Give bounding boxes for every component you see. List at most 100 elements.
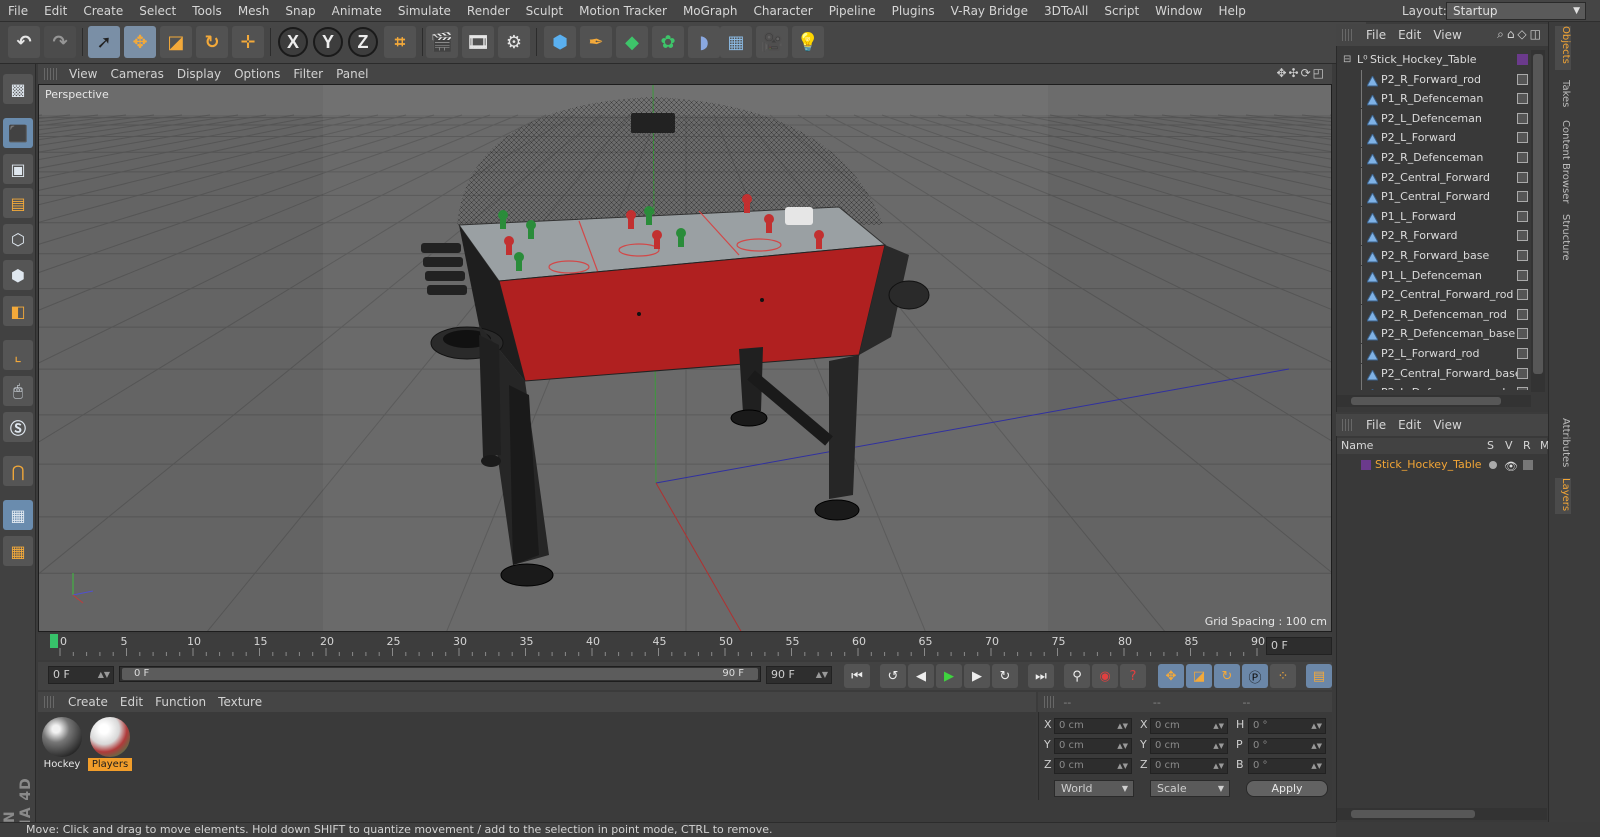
tag-icon[interactable] (1517, 73, 1528, 85)
size-field[interactable]: 0 cm ▲▼ (1150, 738, 1228, 754)
tab-objects[interactable]: Objects (1555, 26, 1571, 70)
x-axis-lock-button[interactable]: X (278, 27, 308, 57)
material-menu-create[interactable]: Create (64, 695, 116, 709)
menu-script[interactable]: Script (1096, 0, 1147, 22)
add-cube-button[interactable]: ⬢ (544, 26, 576, 58)
go-to-end-button[interactable]: ⏭ (1028, 664, 1054, 688)
viewport-menu-view[interactable]: View (66, 67, 107, 81)
object-row[interactable]: P2_Central_Forward_base (1337, 363, 1531, 383)
size-field[interactable]: 0 cm ▲▼ (1150, 758, 1228, 774)
workplane-lock-button[interactable]: ▦ (3, 500, 33, 530)
key-pla-button[interactable]: ⁘ (1270, 664, 1296, 688)
add-light-button[interactable]: 💡 (792, 26, 824, 58)
object-row[interactable]: P1_R_Defenceman (1337, 89, 1531, 109)
axis-mode-button[interactable]: ⌞ (3, 340, 33, 370)
add-deformer-button[interactable]: ◗ (688, 26, 720, 58)
play-button[interactable]: ▶ (936, 664, 962, 688)
rotate-tool-button[interactable]: ↻ (196, 26, 228, 58)
material-menu-edit[interactable]: Edit (116, 695, 151, 709)
end-frame-field[interactable]: 90 F ▲▼ (766, 666, 832, 684)
object-row[interactable]: P2_R_Defenceman_rod (1337, 304, 1531, 324)
scale-tool-button[interactable]: ◪ (160, 26, 192, 58)
tag-icon[interactable] (1517, 348, 1528, 359)
coordinate-space-dropdown[interactable]: World ▼ (1054, 780, 1134, 797)
layer-scrollbar-horizontal[interactable] (1337, 808, 1547, 820)
menu-mesh[interactable]: Mesh (230, 0, 278, 22)
menu-motion-tracker[interactable]: Motion Tracker (571, 0, 675, 22)
tab-layers[interactable]: Layers (1555, 478, 1571, 514)
object-row[interactable]: P1_L_Defenceman (1337, 265, 1531, 285)
tag-icon[interactable] (1517, 387, 1528, 390)
rotation-field[interactable]: 0 ° ▲▼ (1248, 758, 1326, 774)
object-row[interactable]: P1_Central_Forward (1337, 187, 1531, 207)
record-keys-button[interactable]: ⚲ (1064, 664, 1090, 688)
coordinate-system-button[interactable]: ⌗ (384, 26, 416, 58)
move-tool-button[interactable]: ✥ (124, 26, 156, 58)
object-row-root[interactable]: ⊟ L⁰ Stick_Hockey_Table (1337, 50, 1531, 69)
viewport-menu-panel[interactable]: Panel (333, 67, 378, 81)
workplane-align-button[interactable]: ▦ (3, 536, 33, 566)
viewport-nav-icons[interactable]: ✥✣⟳◰ (1276, 66, 1326, 80)
layer-menu-view[interactable]: View (1429, 418, 1469, 432)
menu-plugins[interactable]: Plugins (884, 0, 943, 22)
menu-window[interactable]: Window (1147, 0, 1210, 22)
tag-icon[interactable] (1517, 367, 1528, 379)
playhead[interactable] (50, 634, 58, 648)
previous-key-button[interactable]: ↺ (880, 664, 906, 688)
viewport-menu-filter[interactable]: Filter (290, 67, 333, 81)
material-hockey[interactable]: Hockey (40, 716, 84, 772)
redo-button[interactable]: ↷ (44, 26, 76, 58)
tag-icon[interactable] (1517, 308, 1528, 320)
next-frame-button[interactable]: ▶ (964, 664, 990, 688)
autokey-button[interactable]: ◉ (1092, 664, 1118, 688)
viewport-menu-options[interactable]: Options (231, 67, 290, 81)
object-row[interactable]: P2_L_Forward (1337, 128, 1531, 148)
menu-animate[interactable]: Animate (324, 0, 390, 22)
tag-icon[interactable] (1517, 93, 1528, 105)
object-row[interactable]: P2_R_Forward_rod (1337, 69, 1531, 89)
rotation-field[interactable]: 0 ° ▲▼ (1248, 718, 1326, 734)
snap-button[interactable]: Ⓢ (3, 412, 33, 442)
tag-icon[interactable] (1517, 112, 1528, 124)
tag-icon[interactable] (1517, 210, 1528, 222)
material-players[interactable]: Players (88, 716, 132, 772)
menu-mograph[interactable]: MoGraph (675, 0, 746, 22)
start-frame-field[interactable]: 0 F ▲▼ (48, 666, 114, 684)
workplane-mode-button[interactable]: ▤ (3, 188, 33, 218)
polygons-mode-button[interactable]: ◧ (3, 296, 33, 326)
object-scrollbar-horizontal[interactable] (1337, 395, 1531, 407)
key-position-button[interactable]: ✥ (1158, 664, 1184, 688)
viewport-menu-display[interactable]: Display (174, 67, 231, 81)
timeline-ruler[interactable]: 0 5 10 15 20 25 30 35 40 45 50 55 60 65 70 75 80 85 90 (38, 634, 1332, 660)
object-menu-file[interactable]: File (1362, 28, 1394, 42)
menu-sculpt[interactable]: Sculpt (518, 0, 571, 22)
layer-menu-file[interactable]: File (1362, 418, 1394, 432)
key-rotation-button[interactable]: ↻ (1214, 664, 1240, 688)
add-array-button[interactable]: ✿ (652, 26, 684, 58)
object-row[interactable]: P2_Central_Forward_rod (1337, 285, 1531, 305)
scrollbar-thumb[interactable] (1533, 54, 1543, 374)
menu-file[interactable]: File (0, 0, 36, 22)
rotation-field[interactable]: 0 ° ▲▼ (1248, 738, 1326, 754)
edges-mode-button[interactable]: ⬢ (3, 260, 33, 290)
keyframe-selection-button[interactable]: ? (1120, 664, 1146, 688)
select-tool-button[interactable]: ➚ (88, 26, 120, 58)
object-row[interactable]: P2_Central_Forward (1337, 167, 1531, 187)
menu-select[interactable]: Select (131, 0, 184, 22)
menu-snap[interactable]: Snap (277, 0, 323, 22)
add-spline-button[interactable]: ✒ (580, 26, 612, 58)
y-axis-lock-button[interactable]: Y (313, 27, 343, 57)
menu-help[interactable]: Help (1210, 0, 1253, 22)
undo-button[interactable]: ↶ (8, 26, 40, 58)
collapse-icon[interactable]: ⊟ (1343, 50, 1351, 69)
tab-takes[interactable]: Takes (1555, 80, 1571, 112)
size-field[interactable]: 0 cm ▲▼ (1150, 718, 1228, 734)
menu-simulate[interactable]: Simulate (390, 0, 459, 22)
menu-edit[interactable]: Edit (36, 0, 75, 22)
tag-icon[interactable] (1517, 132, 1528, 144)
make-editable-button[interactable]: ▩ (3, 74, 33, 104)
render-settings-button[interactable]: ⚙ (498, 26, 530, 58)
key-parameter-button[interactable]: Ⓟ (1242, 664, 1268, 688)
points-mode-button[interactable]: ⬡ (3, 224, 33, 254)
object-row[interactable]: P1_L_Forward (1337, 206, 1531, 226)
